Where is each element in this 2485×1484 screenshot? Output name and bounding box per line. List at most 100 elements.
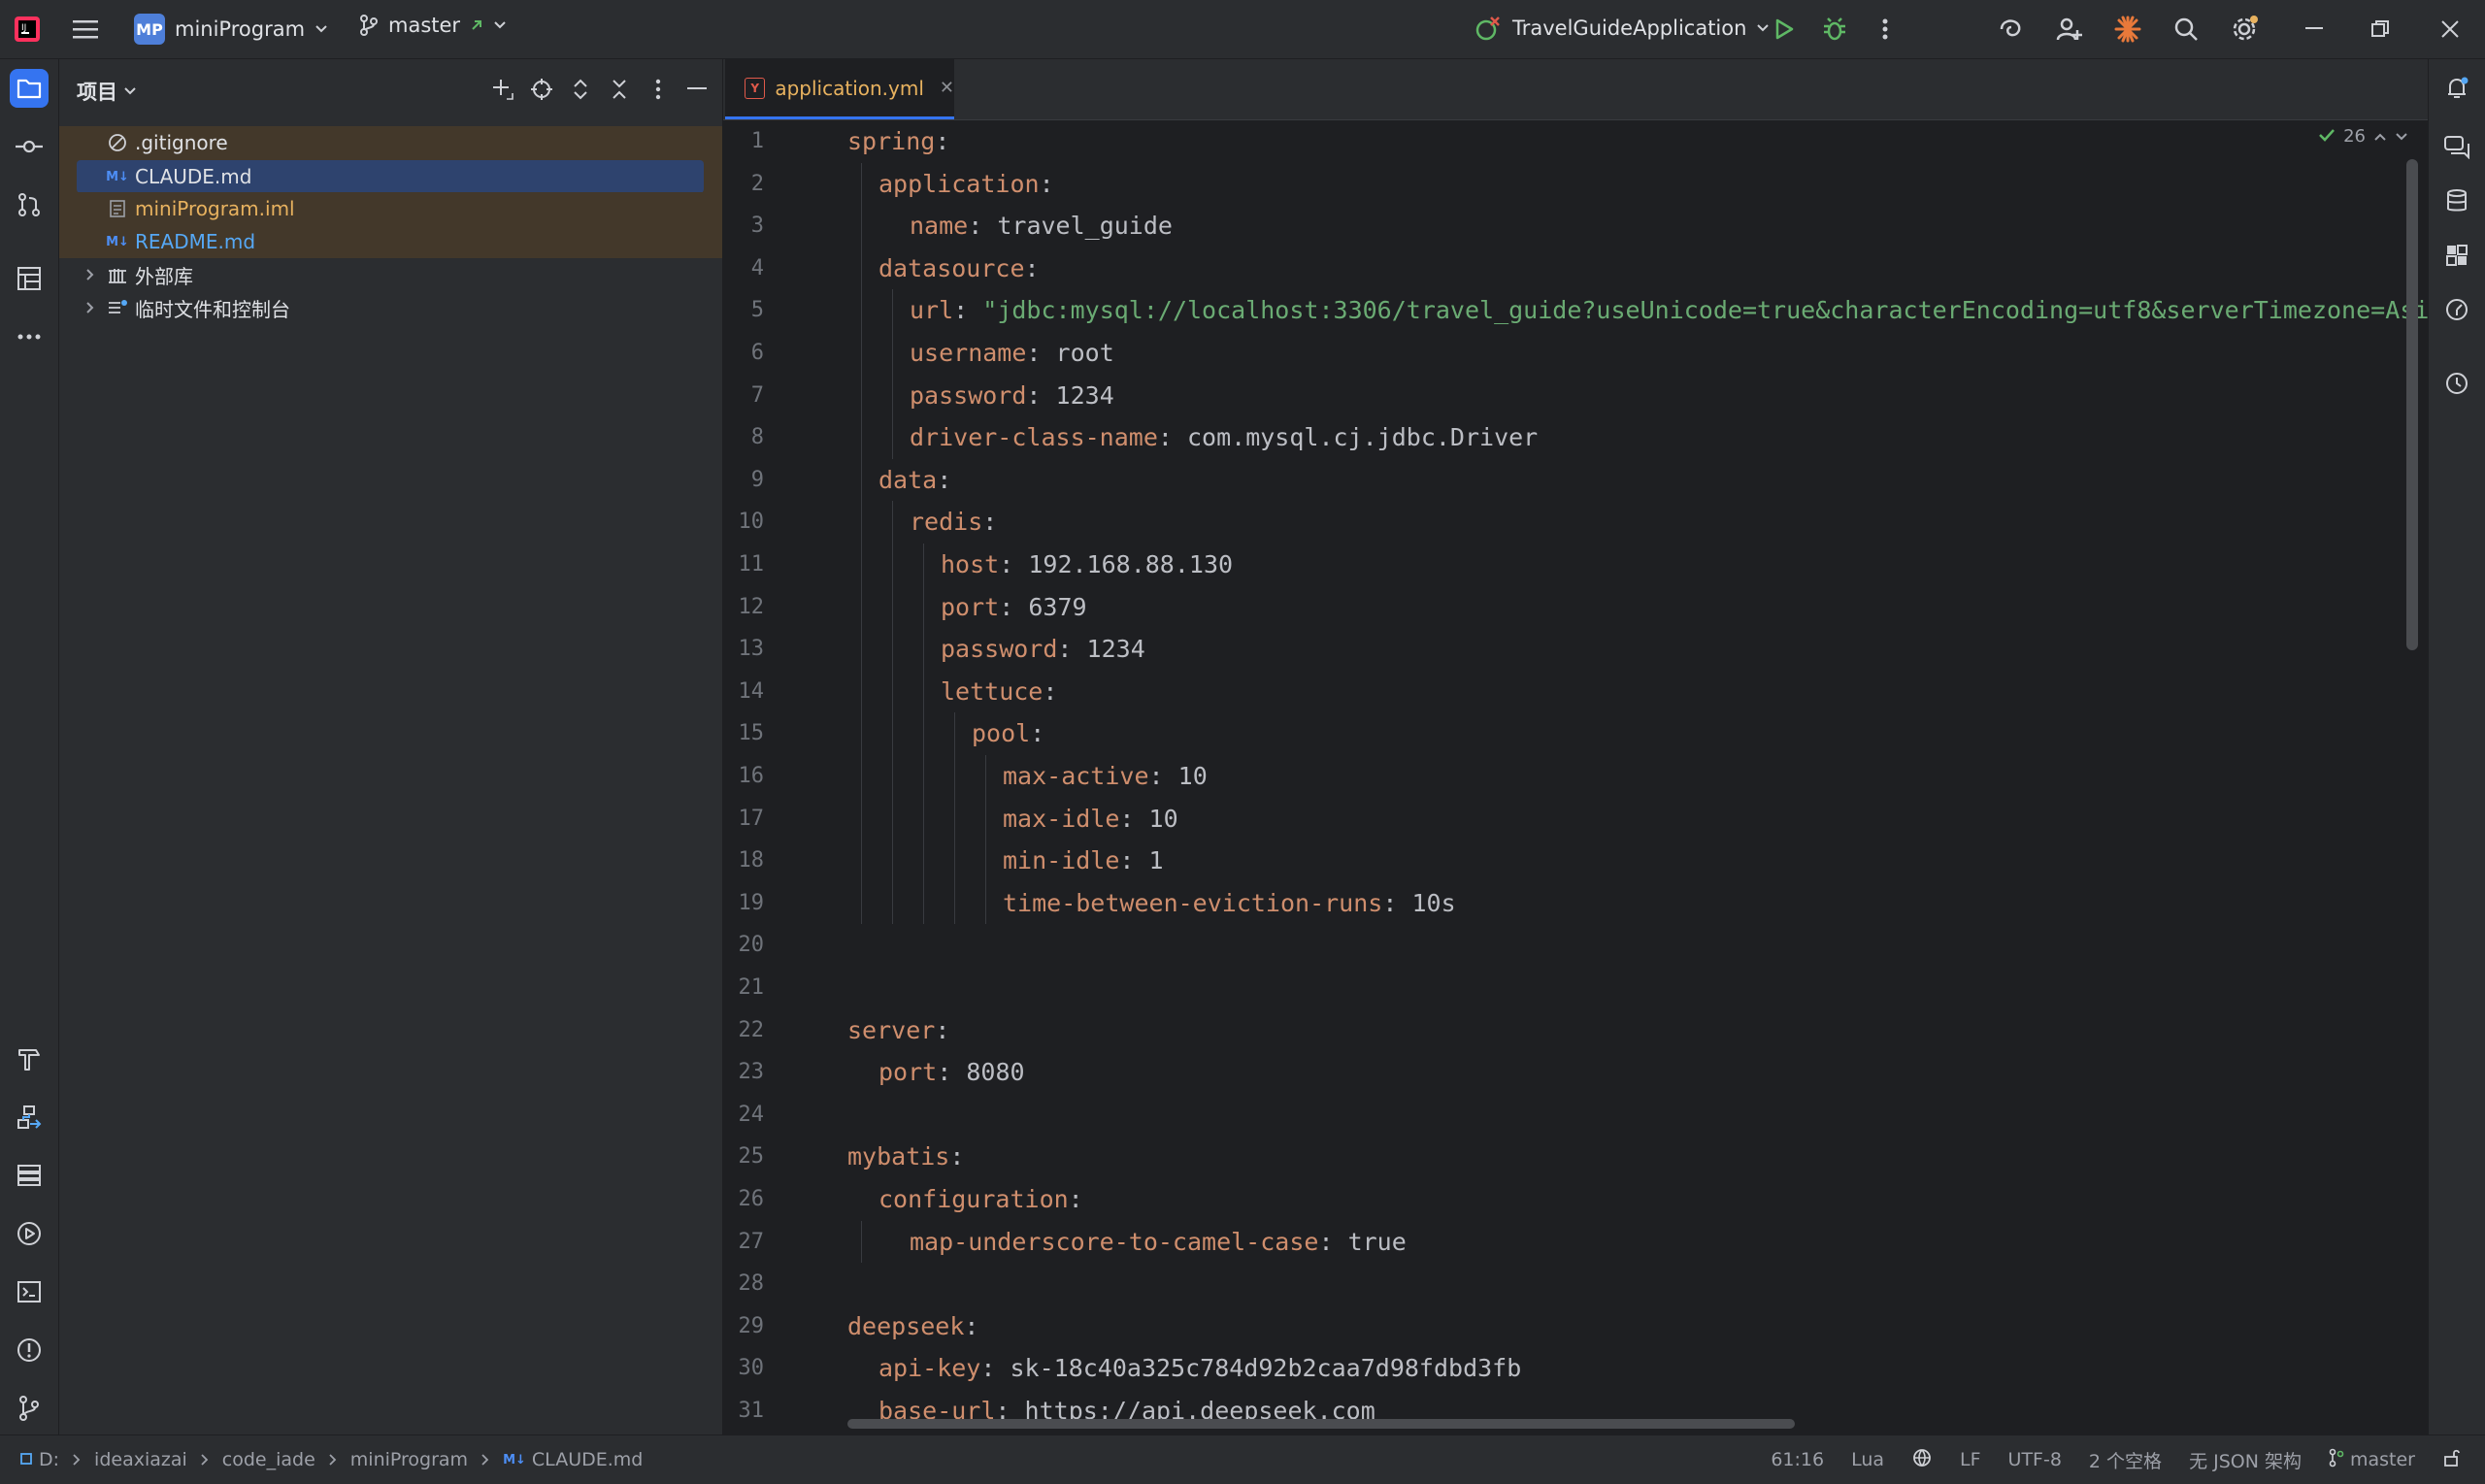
yaml-value: root bbox=[1055, 339, 1114, 367]
project-panel-title: 项目 bbox=[77, 81, 117, 104]
endpoints-icon[interactable] bbox=[2437, 290, 2476, 329]
intellij-logo-icon[interactable]: IJ bbox=[14, 16, 41, 43]
breadcrumb-item[interactable]: CLAUDE.md bbox=[532, 1449, 643, 1470]
yaml-value: 10 bbox=[1148, 804, 1178, 833]
line-separator[interactable]: LF bbox=[1960, 1449, 1981, 1470]
options-icon[interactable] bbox=[641, 70, 676, 109]
layers-icon[interactable] bbox=[10, 1156, 49, 1195]
line-number: 19 bbox=[738, 890, 765, 915]
globe-settings-icon[interactable] bbox=[1911, 1447, 1933, 1473]
yaml-key: configuration bbox=[878, 1185, 1069, 1213]
project-view-selector[interactable]: 项目 bbox=[77, 77, 137, 106]
code-line: 10 redis: bbox=[723, 501, 2428, 544]
select-opened-file-icon[interactable] bbox=[524, 70, 559, 109]
claude-icon[interactable] bbox=[2108, 10, 2147, 49]
services-icon[interactable] bbox=[10, 1098, 49, 1137]
hide-panel-icon[interactable] bbox=[679, 70, 714, 109]
horizontal-scrollbar[interactable] bbox=[847, 1419, 1795, 1429]
collapse-all-icon[interactable] bbox=[602, 70, 637, 109]
cursor-position[interactable]: 61:16 bbox=[1771, 1449, 1824, 1470]
debug-icon[interactable] bbox=[1815, 10, 1854, 49]
restore-window-icon[interactable] bbox=[2361, 10, 2400, 49]
line-number: 4 bbox=[750, 255, 764, 280]
folder-name: 临时文件和控制台 bbox=[135, 297, 290, 321]
git-icon[interactable] bbox=[10, 1389, 49, 1428]
vertical-scrollbar[interactable] bbox=[2406, 159, 2418, 650]
ai-assistant-icon[interactable] bbox=[1992, 10, 2031, 49]
git-branch-icon bbox=[359, 14, 379, 37]
line-number: 25 bbox=[738, 1144, 765, 1170]
tree-folder-scratches[interactable]: 临时文件和控制台 bbox=[81, 291, 712, 324]
search-icon[interactable] bbox=[2167, 10, 2205, 49]
new-file-icon[interactable] bbox=[485, 70, 520, 109]
close-window-icon[interactable] bbox=[2431, 10, 2469, 49]
project-panel: 项目 .gitignore M↓ CLAUDE.md miniProgram.i… bbox=[59, 59, 723, 1435]
run-tool-icon[interactable] bbox=[10, 1214, 49, 1253]
code-line: 7 password: 1234 bbox=[723, 375, 2428, 417]
gitignore-icon bbox=[106, 131, 129, 154]
run-icon[interactable] bbox=[1765, 10, 1804, 49]
run-config-selector[interactable]: TravelGuideApplication bbox=[1474, 14, 1770, 43]
tab-application-yml[interactable]: Y application.yml ✕ bbox=[725, 59, 954, 119]
yaml-key: datasource bbox=[878, 253, 1025, 282]
add-user-icon[interactable] bbox=[2050, 10, 2089, 49]
terminal-icon[interactable] bbox=[10, 1272, 49, 1311]
yaml-value: 10 bbox=[1177, 762, 1208, 790]
more-tool-windows-icon[interactable] bbox=[10, 317, 49, 356]
code-text: mybatis: bbox=[847, 1142, 965, 1171]
project-switcher[interactable]: MP miniProgram bbox=[134, 14, 328, 45]
structure-icon[interactable] bbox=[10, 259, 49, 298]
read-only-lock-icon[interactable] bbox=[2442, 1448, 2462, 1472]
breadcrumb-item[interactable]: ideaxiazai bbox=[94, 1449, 187, 1470]
close-tab-icon[interactable]: ✕ bbox=[940, 78, 954, 98]
build-hammer-icon[interactable] bbox=[10, 1039, 49, 1078]
breadcrumb-item[interactable]: code_iade bbox=[222, 1449, 315, 1470]
language-mode[interactable]: Lua bbox=[1851, 1449, 1884, 1470]
code-line: 11 host: 192.168.88.130 bbox=[723, 544, 2428, 586]
main-menu-icon[interactable] bbox=[66, 10, 105, 49]
history-clock-icon[interactable] bbox=[2437, 364, 2476, 403]
commit-icon[interactable] bbox=[10, 127, 49, 166]
code-editor[interactable]: 26 1 spring: 2 application: 3 name: travel_gu… bbox=[723, 120, 2428, 1435]
more-actions-icon[interactable] bbox=[1866, 10, 1905, 49]
tree-folder-external-libraries[interactable]: 外部库 bbox=[81, 258, 712, 291]
minimize-icon[interactable] bbox=[2295, 10, 2334, 49]
expand-all-icon[interactable] bbox=[563, 70, 598, 109]
database-icon[interactable] bbox=[2437, 181, 2476, 220]
ai-chat-icon[interactable] bbox=[2437, 127, 2476, 166]
tree-file-claude-md[interactable]: M↓ CLAUDE.md bbox=[77, 160, 704, 193]
code-text: url: "jdbc:mysql://localhost:3306/travel… bbox=[910, 289, 2428, 332]
code-text: driver-class-name: com.mysql.cj.jdbc.Dri… bbox=[910, 423, 1539, 452]
tree-file-miniprogram-iml[interactable]: miniProgram.iml bbox=[59, 192, 722, 225]
project-folder-icon[interactable] bbox=[10, 69, 49, 108]
indent-setting[interactable]: 2 个空格 bbox=[2089, 1447, 2162, 1473]
notifications-bell-icon[interactable] bbox=[2437, 69, 2476, 108]
line-number: 17 bbox=[738, 806, 765, 831]
code-text: max-idle: 10 bbox=[1003, 804, 1178, 833]
line-number: 21 bbox=[738, 975, 765, 1000]
code-line: 28 bbox=[723, 1263, 2428, 1305]
problems-icon[interactable] bbox=[10, 1331, 49, 1369]
status-branch-widget[interactable]: master bbox=[2329, 1448, 2415, 1472]
code-line: 5 url: "jdbc:mysql://localhost:3306/trave… bbox=[723, 289, 2428, 332]
code-line: 4 datasource: bbox=[723, 247, 2428, 290]
file-encoding[interactable]: UTF-8 bbox=[2008, 1449, 2062, 1470]
line-number: 9 bbox=[750, 467, 764, 492]
code-text: server: bbox=[847, 1015, 950, 1044]
tree-file-gitignore[interactable]: .gitignore bbox=[59, 126, 722, 159]
plugin-icon[interactable] bbox=[2437, 236, 2476, 275]
chevron-right-icon[interactable] bbox=[81, 265, 100, 284]
breadcrumb-item[interactable]: D: bbox=[39, 1449, 59, 1470]
pull-requests-icon[interactable] bbox=[10, 185, 49, 224]
code-line: 25 mybatis: bbox=[723, 1136, 2428, 1178]
chevron-right-icon[interactable] bbox=[81, 298, 100, 317]
status-bar: D: ideaxiazai code_iade miniProgram M↓ C… bbox=[0, 1435, 2485, 1484]
line-number: 20 bbox=[738, 933, 765, 958]
settings-gear-icon[interactable] bbox=[2225, 10, 2264, 49]
branch-switcher[interactable]: master bbox=[359, 14, 507, 37]
tree-file-readme-md[interactable]: M↓ README.md bbox=[59, 225, 722, 258]
yaml-key: port bbox=[878, 1058, 938, 1087]
breadcrumb-item[interactable]: miniProgram bbox=[350, 1449, 468, 1470]
code-line: 17 max-idle: 10 bbox=[723, 798, 2428, 841]
json-schema[interactable]: 无 JSON 架构 bbox=[2189, 1447, 2302, 1473]
